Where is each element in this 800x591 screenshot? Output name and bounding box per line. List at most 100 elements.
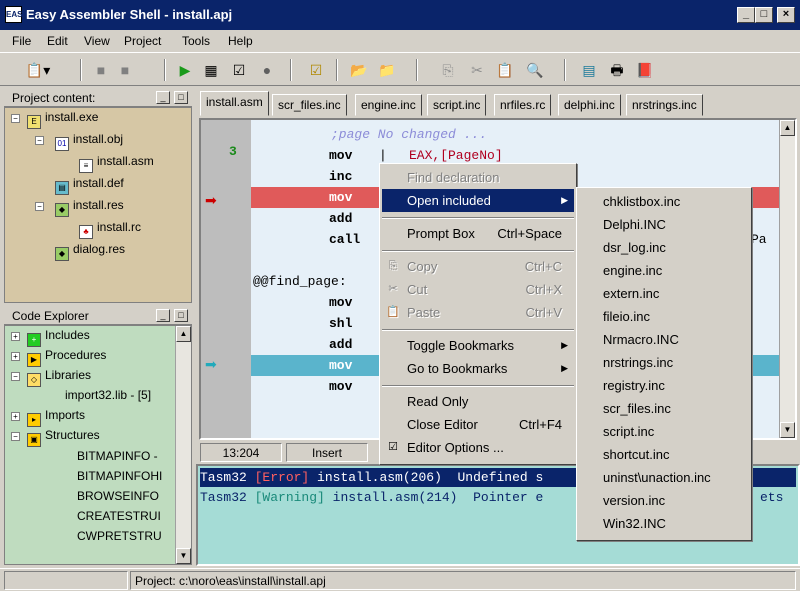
menu-tools[interactable]: Tools <box>182 34 210 48</box>
cut-toolbar-icon[interactable]: ✂ <box>466 59 488 81</box>
checklist-icon[interactable]: ☑ <box>305 59 327 81</box>
expand-toggle[interactable]: − <box>11 432 20 441</box>
editor-scrollbar[interactable]: ▲ ▼ <box>779 120 795 438</box>
res-icon: ◆ <box>55 203 69 217</box>
code-explorer-minimize[interactable]: _ <box>156 309 170 322</box>
debug-icon[interactable]: ● <box>256 59 278 81</box>
submenu-item[interactable]: fileio.inc <box>603 305 650 328</box>
submenu-item[interactable]: nrstrings.inc <box>603 351 673 374</box>
code-explorer-maximize[interactable]: □ <box>174 309 188 322</box>
paste-toolbar-icon[interactable]: 📋 <box>494 59 516 81</box>
tab-delphi[interactable]: delphi.inc <box>558 94 621 116</box>
tree-item-install-rc[interactable]: ♣ install.rc <box>79 220 141 239</box>
expand-toggle[interactable]: − <box>35 202 44 211</box>
explorer-item-imports[interactable]: ▸ Imports <box>27 408 85 427</box>
tree-item-dialog-res[interactable]: ◆ dialog.res <box>55 242 125 261</box>
tab-install-asm[interactable]: install.asm <box>200 91 269 116</box>
save-folder-icon[interactable]: 📁 <box>376 59 398 81</box>
menu-item-find-declaration[interactable]: Find declaration <box>382 166 574 189</box>
scroll-up-icon[interactable]: ▲ <box>176 326 191 342</box>
tab-nrstrings[interactable]: nrstrings.inc <box>626 94 703 116</box>
submenu-arrow-icon: ▶ <box>561 363 568 373</box>
submenu-item[interactable]: Win32.INC <box>603 512 666 535</box>
open-folder-icon[interactable]: 📂 <box>348 59 370 81</box>
tab-scr-files[interactable]: scr_files.inc <box>272 94 347 116</box>
submenu-item[interactable]: engine.inc <box>603 259 662 282</box>
expand-toggle[interactable]: − <box>11 372 20 381</box>
submenu-item[interactable]: Nrmacro.INC <box>603 328 679 351</box>
menu-project[interactable]: Project <box>124 34 161 48</box>
build-icon[interactable]: ▦ <box>200 59 222 81</box>
help-book-icon[interactable]: 📕 <box>634 59 656 81</box>
menu-view[interactable]: View <box>84 34 110 48</box>
code-explorer-scrollbar[interactable]: ▲ ▼ <box>175 326 191 564</box>
menu-file[interactable]: File <box>12 34 31 48</box>
project-pane-minimize[interactable]: _ <box>156 91 170 104</box>
stop-all-icon[interactable]: ■ <box>114 59 136 81</box>
menu-item-copy[interactable]: ⎘ Copy Ctrl+C <box>382 255 574 278</box>
menu-item-cut[interactable]: ✂ Cut Ctrl+X <box>382 278 574 301</box>
tree-item-install-res[interactable]: ◆ install.res <box>55 198 124 217</box>
scroll-up-icon[interactable]: ▲ <box>780 120 795 136</box>
stop-icon[interactable]: ■ <box>90 59 112 81</box>
explorer-item-struct[interactable]: BITMAPINFO - <box>77 449 158 463</box>
explorer-item-structures[interactable]: ▣ Structures <box>27 428 100 447</box>
print-icon[interactable]: 🖶 <box>606 59 628 81</box>
expand-toggle[interactable]: + <box>11 352 20 361</box>
explorer-item-struct[interactable]: BROWSEINFO <box>77 489 159 503</box>
explorer-item-import32[interactable]: import32.lib - [5] <box>65 388 151 402</box>
imports-icon: ▸ <box>27 413 41 427</box>
menu-item-prompt-box[interactable]: Prompt Box Ctrl+Space <box>382 222 574 245</box>
explorer-item-libraries[interactable]: ◇ Libraries <box>27 368 91 387</box>
menu-item-toggle-bookmarks[interactable]: Toggle Bookmarks ▶ <box>382 334 574 357</box>
tree-item-install-obj[interactable]: 01 install.obj <box>55 132 123 151</box>
menu-item-close-editor[interactable]: Close Editor Ctrl+F4 <box>382 413 574 436</box>
submenu-item[interactable]: dsr_log.inc <box>603 236 666 259</box>
tree-item-install-exe[interactable]: Einstall.exe <box>27 110 98 129</box>
project-pane-maximize[interactable]: □ <box>174 91 188 104</box>
menu-edit[interactable]: Edit <box>47 34 68 48</box>
close-button[interactable]: × <box>777 7 795 23</box>
copy-toolbar-icon[interactable]: ⎘ <box>437 59 459 81</box>
new-project-icon[interactable]: 📋▾ <box>22 59 54 81</box>
expand-toggle[interactable]: − <box>11 114 20 123</box>
explorer-item-struct[interactable]: BITMAPINFOHI <box>77 469 162 483</box>
scroll-down-icon[interactable]: ▼ <box>780 422 795 438</box>
submenu-item[interactable]: Delphi.INC <box>603 213 666 236</box>
run-icon[interactable]: ▶ <box>174 59 196 81</box>
submenu-item[interactable]: registry.inc <box>603 374 665 397</box>
menu-item-open-included[interactable]: Open included ▶ <box>382 189 574 212</box>
maximize-button[interactable]: □ <box>755 7 773 23</box>
menu-item-read-only[interactable]: Read Only <box>382 390 574 413</box>
submenu-item[interactable]: chklistbox.inc <box>603 190 680 213</box>
submenu-item[interactable]: uninst\unaction.inc <box>603 466 711 489</box>
tree-item-install-def[interactable]: ▤ install.def <box>55 176 124 195</box>
minimize-button[interactable]: _ <box>737 7 755 23</box>
menu-item-go-to-bookmarks[interactable]: Go to Bookmarks ▶ <box>382 357 574 380</box>
tree-item-install-asm[interactable]: ≡ install.asm <box>79 154 154 173</box>
expand-toggle[interactable]: + <box>11 412 20 421</box>
tab-engine[interactable]: engine.inc <box>355 94 422 116</box>
menu-item-paste[interactable]: 📋 Paste Ctrl+V <box>382 301 574 324</box>
explorer-item-struct[interactable]: CWPRETSTRU <box>77 529 162 543</box>
find-icon[interactable]: 🔍 <box>524 59 546 81</box>
menu-item-editor-options[interactable]: ☑ Editor Options ... <box>382 436 574 459</box>
scroll-down-icon[interactable]: ▼ <box>176 548 191 564</box>
submenu-item[interactable]: scr_files.inc <box>603 397 671 420</box>
explorer-item-includes[interactable]: + Includes <box>27 328 90 347</box>
expand-toggle[interactable]: − <box>35 136 44 145</box>
submenu-item[interactable]: script.inc <box>603 420 654 443</box>
status-bar: Project: c:\noro\eas\install\install.apj <box>0 568 800 591</box>
tab-script[interactable]: script.inc <box>427 94 487 116</box>
submenu-item[interactable]: version.inc <box>603 489 665 512</box>
submenu-item[interactable]: shortcut.inc <box>603 443 669 466</box>
submenu-item[interactable]: extern.inc <box>603 282 659 305</box>
project-tree: − Einstall.exe − 01 install.obj ≡ install.… <box>4 107 192 303</box>
window-icon[interactable]: ▤ <box>578 59 600 81</box>
explorer-item-procedures[interactable]: ▶ Procedures <box>27 348 106 367</box>
explorer-item-struct[interactable]: CREATESTRUI <box>77 509 161 523</box>
expand-toggle[interactable]: + <box>11 332 20 341</box>
tab-nrfiles[interactable]: nrfiles.rc <box>494 94 552 116</box>
menu-help[interactable]: Help <box>228 34 253 48</box>
check-icon[interactable]: ☑ <box>228 59 250 81</box>
